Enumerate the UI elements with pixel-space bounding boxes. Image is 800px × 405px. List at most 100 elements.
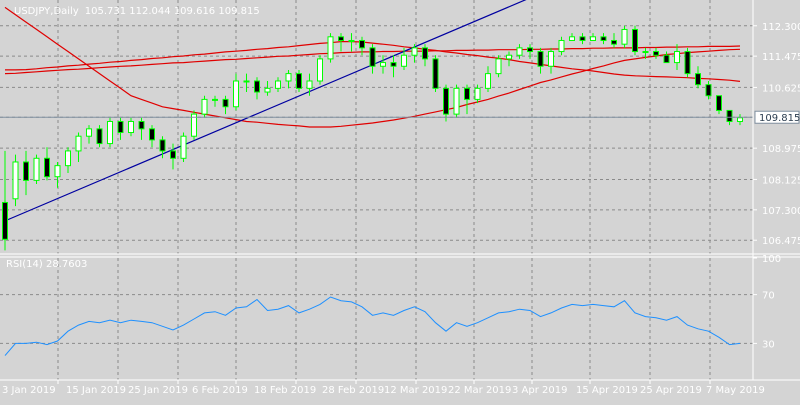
candle-body bbox=[180, 135, 187, 159]
candle-body bbox=[264, 87, 271, 93]
candle-body bbox=[212, 98, 218, 101]
price-tick-label: 111.475 bbox=[762, 52, 800, 63]
time-tick-label: 3 Apr 2019 bbox=[512, 385, 567, 396]
timeframe-label: Daily bbox=[53, 6, 78, 17]
candle bbox=[621, 25, 628, 48]
time-tick-label: 25 Jan 2019 bbox=[128, 385, 188, 396]
candle-body bbox=[380, 62, 386, 67]
candle bbox=[327, 33, 334, 63]
current-price-tag-label: 109.815 bbox=[759, 113, 800, 124]
time-tick-label: 15 Apr 2019 bbox=[576, 385, 638, 396]
candle-body bbox=[569, 36, 575, 41]
candle-body bbox=[233, 80, 239, 108]
candle-body bbox=[327, 36, 334, 60]
candle-body bbox=[317, 58, 323, 82]
price-tick-label: 108.975 bbox=[762, 144, 800, 155]
candle-body bbox=[590, 36, 596, 41]
candle-body bbox=[23, 161, 29, 181]
price-tick-label: 112.300 bbox=[762, 22, 800, 33]
symbol-label: USDJPY bbox=[14, 6, 51, 17]
candle-body bbox=[44, 157, 50, 178]
candle bbox=[632, 25, 638, 56]
candle-body bbox=[159, 139, 166, 152]
candle-body bbox=[684, 51, 691, 75]
candle-body bbox=[149, 128, 155, 141]
candle-body bbox=[369, 47, 376, 67]
rsi-tick-label: 100 bbox=[762, 254, 781, 265]
candle-body bbox=[548, 51, 554, 67]
candle-body bbox=[348, 39, 355, 42]
price-tick-label: 106.475 bbox=[762, 236, 800, 247]
price-tick-label: 108.125 bbox=[762, 175, 800, 186]
candle-body bbox=[96, 128, 103, 145]
price-tick-label: 107.300 bbox=[762, 206, 800, 217]
candle-body bbox=[642, 51, 649, 54]
candle-body bbox=[107, 120, 113, 145]
candle-body bbox=[516, 47, 523, 56]
candle-body bbox=[663, 54, 670, 64]
symbol-header: USDJPY,Daily 105.731 112.044 109.616 109.… bbox=[14, 6, 260, 17]
candle-body bbox=[737, 117, 743, 122]
price-tick-label: 110.625 bbox=[762, 83, 800, 94]
candle-body bbox=[254, 80, 260, 93]
candle-body bbox=[537, 51, 544, 67]
candle-body bbox=[443, 87, 449, 115]
candle-body bbox=[338, 36, 344, 41]
candle-body bbox=[527, 47, 533, 53]
time-tick-label: 22 Mar 2019 bbox=[448, 385, 511, 396]
candle-body bbox=[285, 73, 292, 82]
time-tick-label: 25 Apr 2019 bbox=[640, 385, 702, 396]
candle-body bbox=[128, 120, 134, 134]
chart-svg: 112.300 111.475 110.625 108.975 108.125 107.3… bbox=[0, 0, 800, 400]
candle-body bbox=[621, 28, 628, 45]
candle bbox=[96, 125, 103, 148]
candle bbox=[201, 95, 208, 118]
candle-body bbox=[422, 47, 428, 60]
candle bbox=[296, 69, 302, 93]
candle-body bbox=[432, 58, 439, 89]
candle bbox=[684, 47, 691, 78]
candle-body bbox=[75, 135, 82, 152]
candle bbox=[107, 117, 113, 148]
candle-body bbox=[65, 150, 71, 167]
candle-body bbox=[464, 87, 470, 100]
candle-body bbox=[2, 201, 8, 240]
candle bbox=[317, 55, 323, 85]
candle bbox=[33, 154, 40, 185]
candle-body bbox=[653, 51, 659, 56]
ohlc-header: 105.731 112.044 109.616 109.815 bbox=[85, 6, 260, 17]
candle-body bbox=[33, 157, 40, 181]
candle bbox=[180, 132, 187, 162]
time-tick-label: 3 Jan 2019 bbox=[2, 385, 56, 396]
candle-body bbox=[390, 62, 397, 67]
rsi-tick-label: 30 bbox=[762, 339, 775, 350]
rsi-tick-label: 70 bbox=[762, 291, 775, 302]
time-tick-label: 6 Feb 2019 bbox=[192, 385, 248, 396]
candle-body bbox=[117, 120, 124, 134]
candle-body bbox=[716, 95, 722, 111]
time-tick-label: 18 Feb 2019 bbox=[254, 385, 316, 396]
candle-body bbox=[579, 36, 586, 41]
candle bbox=[495, 55, 502, 78]
candle-body bbox=[453, 87, 460, 115]
candle-body bbox=[600, 36, 607, 41]
chart-root: 112.300 111.475 110.625 108.975 108.125 107.3… bbox=[0, 0, 800, 400]
candle-body bbox=[222, 98, 229, 108]
candle-body bbox=[506, 54, 512, 60]
candle-body bbox=[705, 84, 712, 97]
candle-body bbox=[12, 161, 19, 200]
candle bbox=[191, 110, 197, 140]
candle-body bbox=[401, 54, 407, 67]
candle-body bbox=[201, 98, 208, 115]
candle bbox=[12, 154, 19, 207]
candle-body bbox=[243, 80, 250, 83]
candle bbox=[432, 55, 439, 93]
candle bbox=[453, 84, 460, 118]
candle-body bbox=[86, 128, 92, 137]
candle-body bbox=[359, 39, 365, 49]
candle-body bbox=[170, 150, 176, 159]
candle-body bbox=[296, 73, 302, 89]
candle-body bbox=[695, 73, 701, 86]
candle-body bbox=[726, 109, 733, 122]
candle-body bbox=[558, 39, 565, 53]
